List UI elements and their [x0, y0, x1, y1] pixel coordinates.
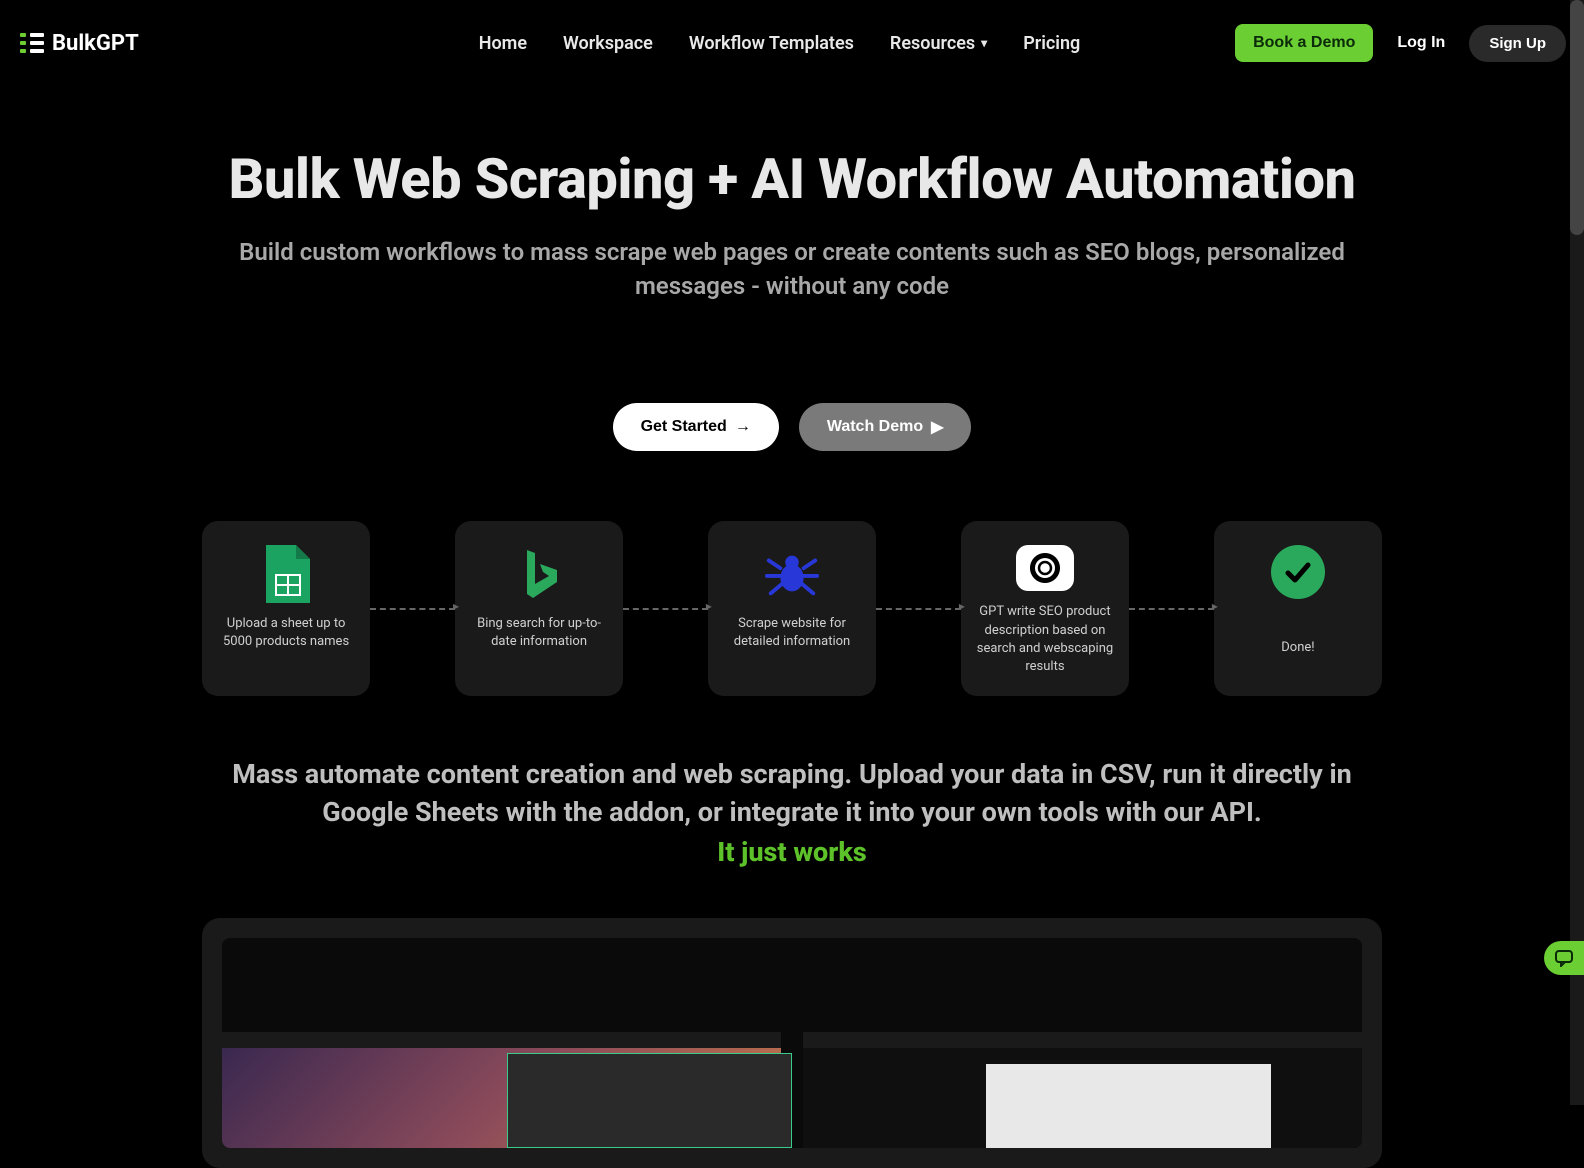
- check-icon: [1271, 545, 1325, 599]
- demo-video[interactable]: [222, 938, 1362, 1148]
- step-bing: Bing search for up-to-date information: [455, 521, 623, 696]
- nav-label: Resources: [890, 33, 975, 54]
- secondary-heading: Mass automate content creation and web s…: [202, 756, 1382, 832]
- step-connector: [876, 608, 961, 610]
- video-mock-panel: [986, 1064, 1271, 1148]
- header: BulkGPT Home Workspace Workflow Template…: [0, 0, 1584, 86]
- nav-workflow-templates[interactable]: Workflow Templates: [689, 33, 854, 54]
- logo-text: BulkGPT: [52, 31, 139, 56]
- step-gpt: GPT write SEO product description based …: [961, 521, 1129, 696]
- step-connector: [370, 608, 455, 610]
- openai-icon: [1016, 545, 1074, 591]
- watch-demo-label: Watch Demo: [827, 418, 923, 436]
- nav-label: Home: [479, 33, 527, 54]
- step-done: Done!: [1214, 521, 1382, 696]
- main-nav: Home Workspace Workflow Templates Resour…: [479, 33, 1081, 54]
- video-mock-panel: [507, 1053, 792, 1148]
- nav-label: Pricing: [1023, 33, 1080, 54]
- chevron-down-icon: ▾: [981, 36, 987, 50]
- book-demo-button[interactable]: Book a Demo: [1235, 24, 1373, 62]
- main: Bulk Web Scraping + AI Workflow Automati…: [202, 86, 1382, 1168]
- arrow-right-icon: →: [735, 418, 751, 436]
- step-text: Upload a sheet up to 5000 products names: [214, 615, 358, 651]
- secondary-highlight: It just works: [202, 836, 1382, 868]
- logo-icon: [18, 29, 46, 57]
- chat-icon: [1554, 949, 1574, 967]
- play-icon: ▶: [931, 417, 943, 437]
- signup-button[interactable]: Sign Up: [1469, 25, 1566, 62]
- nav-workspace[interactable]: Workspace: [563, 33, 653, 54]
- hero-title: Bulk Web Scraping + AI Workflow Automati…: [202, 146, 1382, 212]
- scrollbar-thumb[interactable]: [1570, 0, 1584, 235]
- step-scrape: Scrape website for detailed information: [708, 521, 876, 696]
- step-text: Bing search for up-to-date information: [467, 615, 611, 651]
- cta-row: Get Started → Watch Demo ▶: [202, 403, 1382, 451]
- nav-label: Workspace: [563, 33, 653, 54]
- sheet-icon: [257, 545, 315, 603]
- login-button[interactable]: Log In: [1397, 34, 1445, 52]
- step-upload: Upload a sheet up to 5000 products names: [202, 521, 370, 696]
- step-text: Scrape website for detailed information: [720, 615, 864, 651]
- watch-demo-button[interactable]: Watch Demo ▶: [799, 403, 972, 451]
- chat-widget-button[interactable]: [1544, 941, 1584, 975]
- workflow-steps: Upload a sheet up to 5000 products names…: [202, 521, 1382, 696]
- nav-label: Workflow Templates: [689, 33, 854, 54]
- get-started-button[interactable]: Get Started →: [613, 403, 779, 451]
- get-started-label: Get Started: [641, 418, 727, 436]
- demo-video-frame: [202, 918, 1382, 1168]
- nav-resources[interactable]: Resources ▾: [890, 33, 987, 54]
- nav-home[interactable]: Home: [479, 33, 527, 54]
- step-connector: [1129, 608, 1214, 610]
- logo[interactable]: BulkGPT: [18, 29, 139, 57]
- spider-icon: [763, 545, 821, 603]
- hero-subtitle: Build custom workflows to mass scrape we…: [202, 236, 1382, 303]
- nav-pricing[interactable]: Pricing: [1023, 33, 1080, 54]
- bing-icon: [510, 545, 568, 603]
- step-text: Done!: [1281, 639, 1314, 657]
- step-connector: [623, 608, 708, 610]
- step-text: GPT write SEO product description based …: [973, 603, 1117, 676]
- nav-actions: Book a Demo Log In Sign Up: [1235, 24, 1566, 62]
